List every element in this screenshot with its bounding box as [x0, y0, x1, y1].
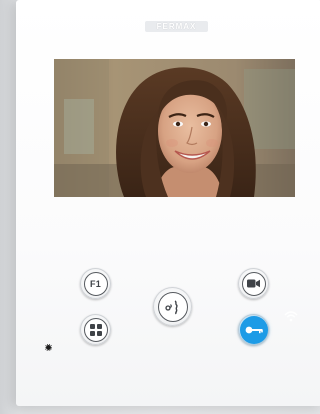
talk-button[interactable]: [153, 287, 192, 326]
talk-icon: [157, 291, 188, 322]
camera-feed-image: [54, 59, 295, 197]
door-open-button[interactable]: [238, 314, 269, 345]
f1-button[interactable]: F1: [80, 268, 111, 299]
camera-button[interactable]: [238, 268, 269, 299]
key-icon: [239, 315, 268, 344]
grid-menu-icon: [83, 317, 108, 342]
camera-icon: [241, 271, 266, 296]
brand-logo: FERMAX: [145, 21, 208, 32]
menu-button[interactable]: [80, 314, 111, 345]
f1-label: F1: [89, 278, 102, 289]
f1-icon: F1: [83, 271, 108, 296]
led-indicator-icon: [44, 338, 53, 352]
wifi-icon: [284, 309, 298, 322]
video-screen: [54, 59, 295, 197]
